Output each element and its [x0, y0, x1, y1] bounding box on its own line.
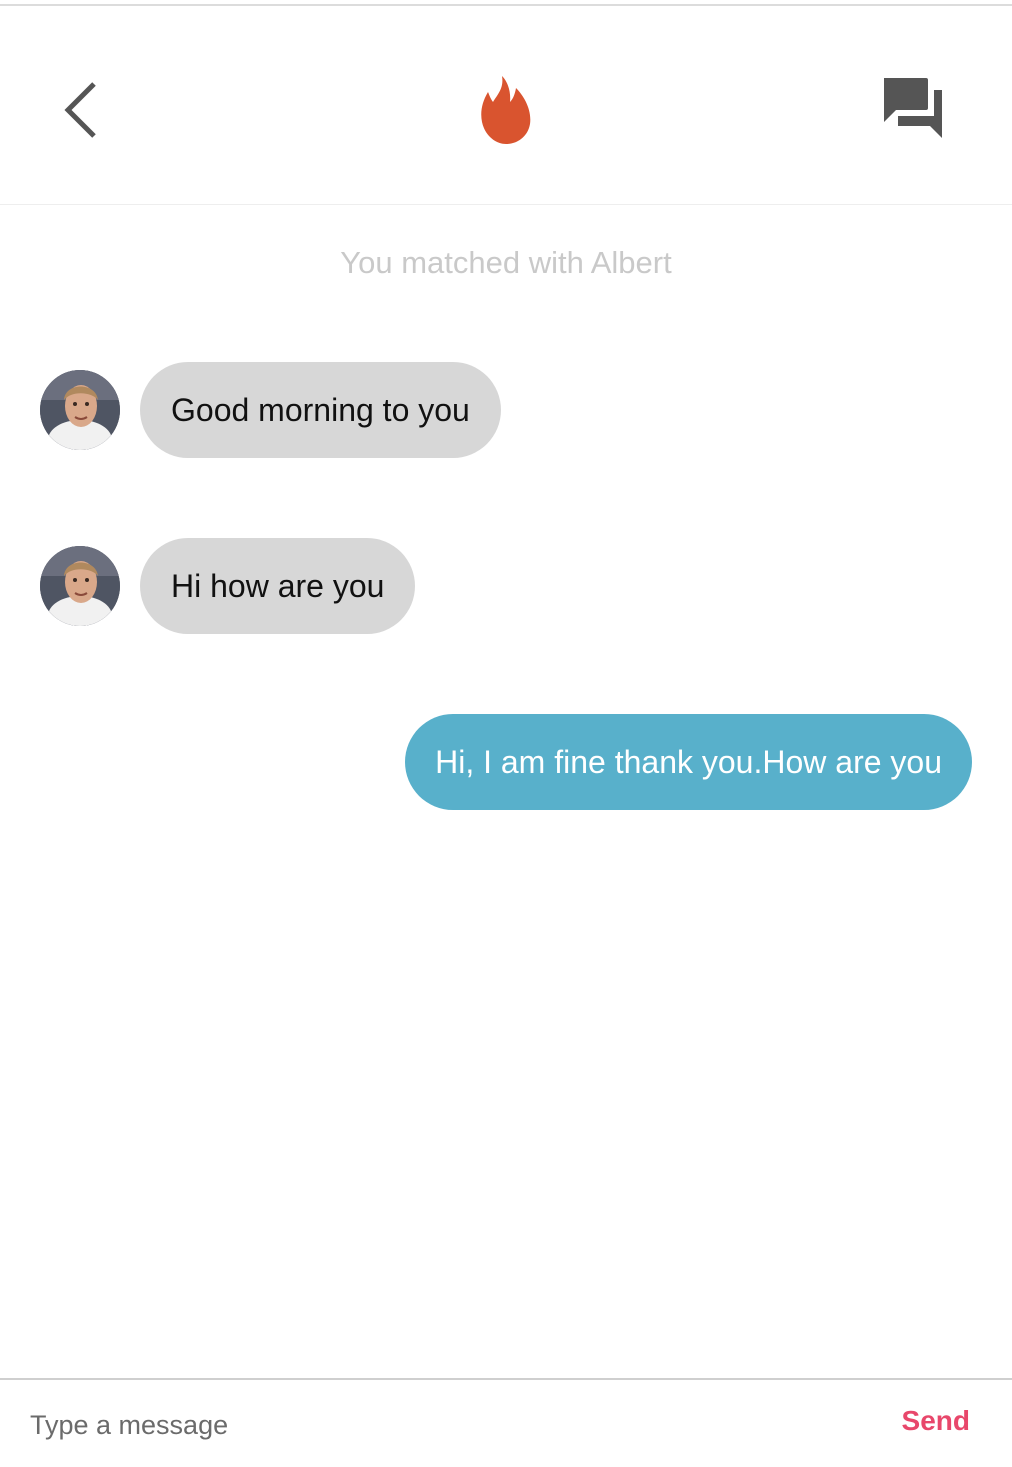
message-row-incoming: Hi how are you [0, 538, 1012, 634]
message-row-outgoing: Hi, I am fine thank you.How are you [0, 714, 1012, 810]
chat-screen: You matched with Albert Good morning to … [0, 0, 1012, 1467]
message-bubble-incoming[interactable]: Good morning to you [140, 362, 501, 458]
app-header [0, 6, 1012, 204]
flame-logo [478, 74, 534, 146]
chevron-left-icon [64, 82, 96, 138]
chat-bubbles-icon [884, 78, 942, 138]
messages-button[interactable] [878, 76, 948, 142]
message-row-incoming: Good morning to you [0, 362, 1012, 458]
message-bubble-outgoing[interactable]: Hi, I am fine thank you.How are you [405, 714, 972, 810]
send-button[interactable]: Send [902, 1405, 970, 1437]
match-notice: You matched with Albert [340, 245, 672, 280]
header-divider [0, 204, 1012, 205]
avatar[interactable] [40, 546, 120, 626]
composer-divider [0, 1378, 1012, 1380]
back-button[interactable] [54, 72, 110, 148]
message-input[interactable] [30, 1398, 850, 1452]
flame-icon [481, 76, 531, 144]
message-bubble-incoming[interactable]: Hi how are you [140, 538, 416, 634]
avatar[interactable] [40, 370, 120, 450]
profile-photo-icon [40, 370, 120, 450]
profile-photo-icon [40, 546, 120, 626]
